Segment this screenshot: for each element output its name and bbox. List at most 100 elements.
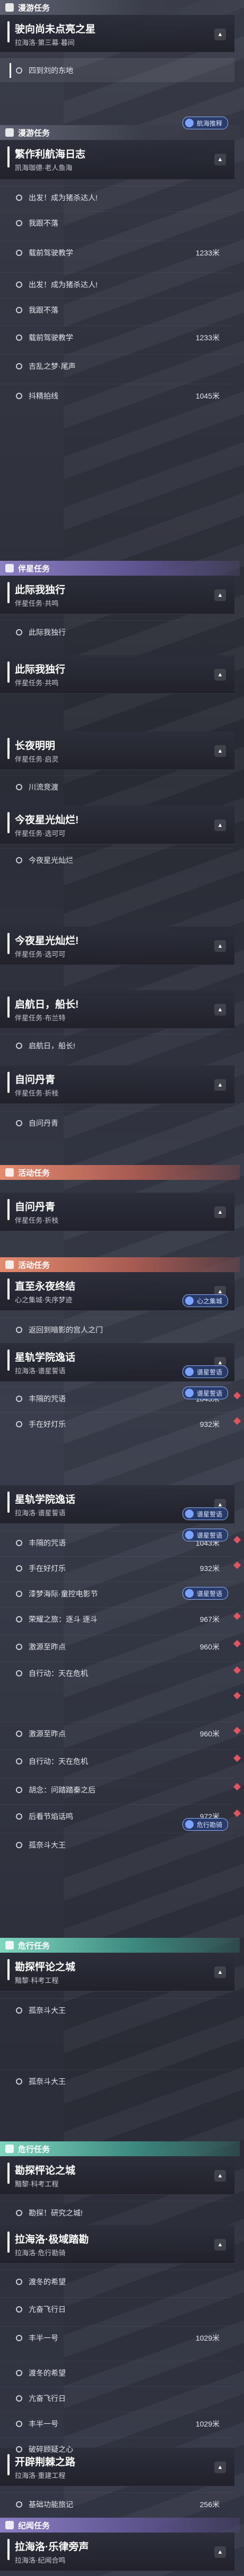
objective-item[interactable]: 激源至昨点 960米	[0, 1722, 234, 1745]
objective-item[interactable]: 渡冬的希望	[0, 2270, 234, 2293]
objective-item[interactable]: 孤奈斗大王	[0, 2069, 234, 2093]
objective-item[interactable]: 亢奋飞行日	[0, 2297, 234, 2321]
objective-item[interactable]: 丰半一号 1029米	[0, 2326, 234, 2350]
quest-title: 启航日，船长!	[15, 999, 79, 1010]
quest-subtitle: 拉海洛·谱星誓语	[15, 1509, 66, 1517]
collapse-caret-icon[interactable]: ▲	[214, 1004, 226, 1016]
objective-ring-icon	[16, 2279, 22, 2285]
quest-subtitle: 伴星任务·折枝	[15, 1089, 59, 1097]
collapse-caret-icon[interactable]: ▲	[214, 819, 226, 831]
quest-card[interactable]: 自问丹青 伴星任务·折枝 ▲	[0, 1193, 234, 1231]
section-header[interactable]: 活动任务	[0, 1257, 240, 1272]
quest-card[interactable]: 繁作利航海日志 凯海珈德·老人鱼海 ▲	[0, 140, 234, 180]
collapse-caret-icon[interactable]: ▲	[214, 2546, 226, 2558]
objective-item[interactable]: 我跟不落	[0, 211, 234, 235]
quest-card[interactable]: 今夜星光灿烂! 伴星任务·选可可 ▲	[0, 927, 234, 965]
objective-item[interactable]: 亢奋飞行日	[0, 2386, 234, 2410]
objective-item[interactable]: 激源至昨点 960米	[0, 1635, 234, 1658]
objective-item[interactable]: 抖精拍线 1045米	[0, 384, 234, 408]
collapse-caret-icon[interactable]: ▲	[214, 1966, 226, 1978]
section-header[interactable]: 危行任务	[0, 1938, 240, 1953]
objective-item[interactable]: 我跟不落	[0, 298, 234, 322]
quest-subtitle: 伴星任务·启灵	[15, 755, 59, 763]
collapse-caret-icon[interactable]: ▲	[214, 2462, 226, 2473]
objective-ring-icon	[16, 334, 22, 341]
section-header[interactable]: 纪闻任务	[0, 2518, 240, 2533]
collapse-caret-icon[interactable]: ▲	[214, 940, 226, 952]
objective-ring-icon	[16, 1758, 22, 1765]
collapse-caret-icon[interactable]: ▲	[214, 669, 226, 681]
collapse-caret-icon[interactable]: ▲	[214, 29, 226, 40]
objective-item[interactable]: 川流竞渡	[0, 775, 234, 799]
objective-ring-icon	[16, 2370, 22, 2376]
region-tag[interactable]: 谱星誓语	[182, 1365, 228, 1378]
objective-item[interactable]: 吉乱之梦·尾声	[0, 354, 234, 378]
objective-distance: 967米	[199, 1615, 220, 1624]
region-tag[interactable]: 谱星誓语	[182, 1507, 228, 1520]
objective-item[interactable]: 载前驾驶教学 1233米	[0, 325, 234, 349]
section-header[interactable]: 伴星任务	[0, 561, 240, 576]
section-icon	[5, 2521, 14, 2529]
quest-card[interactable]: 此际我独行 伴星任务·共鸣 ▲	[0, 655, 234, 694]
objective-item[interactable]: 出发！成为猪杀达人!	[0, 186, 234, 209]
quest-card[interactable]: 自问丹青 伴星任务·折枝 ▲	[0, 1065, 234, 1104]
region-globe-icon	[185, 119, 194, 127]
section-header[interactable]: 危行任务	[0, 2141, 240, 2156]
objective-label: 手在好灯乐	[29, 1564, 66, 1573]
collapse-caret-icon[interactable]: ▲	[214, 1206, 226, 1218]
quest-card[interactable]: 拉海洛·乐律旁声 拉海洛·纪闻合鸣 ▲	[0, 2533, 234, 2571]
objective-ring-icon	[16, 2007, 22, 2014]
objective-item[interactable]: 自行动：天在危机	[0, 1661, 234, 1685]
quest-card[interactable]: 勘探怦论之城 黯黎·科考工程 ▲	[0, 1953, 234, 1991]
section-header[interactable]: 活动任务	[0, 1165, 240, 1180]
region-tag[interactable]: 心之集城	[182, 1294, 228, 1307]
objective-item[interactable]: 载前驾驶教学 1233米	[0, 241, 234, 264]
objective-distance: 932米	[199, 1564, 220, 1573]
collapse-caret-icon[interactable]: ▲	[214, 2170, 226, 2182]
region-tag[interactable]: 航海推释	[182, 117, 228, 129]
collapse-caret-icon[interactable]: ▲	[214, 589, 226, 601]
objective-item[interactable]: 孤奈斗大王	[0, 1998, 234, 2022]
quest-card[interactable]: 此际我独行 伴星任务·共鸣 ▲	[0, 576, 234, 614]
quest-card[interactable]: 拉海洛·极域踏勘 拉海洛·危行勘骑 ▲	[0, 2225, 234, 2264]
section-header[interactable]: 漫游任务	[0, 0, 240, 15]
objective-item[interactable]: 渡冬的希望	[0, 2361, 234, 2385]
objective-label: 勘探！研究之城!	[29, 2209, 83, 2217]
objective-item[interactable]: 自行动：天在危机	[0, 1749, 234, 1773]
objective-item[interactable]: 胡念：问踏踏秦之后	[0, 1778, 234, 1802]
objective-item[interactable]: 勘探！研究之城!	[0, 2201, 234, 2225]
objective-item[interactable]: 破碎顾疑之心	[0, 2437, 234, 2461]
section-title: 活动任务	[18, 1168, 50, 1178]
objective-item[interactable]: 手在好灯乐 932米	[0, 1412, 234, 1436]
objective-item[interactable]: 启航日，船长!	[0, 1034, 234, 1057]
collapse-caret-icon[interactable]: ▲	[214, 745, 226, 757]
quest-card[interactable]: 驶向尚未点亮之星 拉海洛·第三幕·暮间 ▲	[0, 15, 234, 52]
objective-item[interactable]: 四到刘的东地	[0, 58, 234, 82]
objective-item[interactable]: 此际我独行	[0, 620, 234, 644]
collapse-caret-icon[interactable]: ▲	[214, 154, 226, 165]
objective-item[interactable]: 返回到暗影的宫人之门	[0, 1318, 234, 1342]
section-icon	[5, 128, 14, 137]
objective-item[interactable]: 手在好灯乐 932米	[0, 1556, 234, 1580]
objective-item[interactable]: 丰半一号 1029米	[0, 2412, 234, 2436]
objective-item[interactable]: 孤奈斗大王	[0, 1833, 234, 1857]
region-tag[interactable]: 危行勘骑	[182, 1818, 228, 1831]
collapse-caret-icon[interactable]: ▲	[214, 2239, 226, 2251]
objective-item[interactable]: 出发！成为猪杀达人!	[0, 272, 234, 296]
objective-item[interactable]: 今夜星光灿烂	[0, 848, 234, 872]
objective-ring-icon	[16, 1591, 22, 1597]
objective-item[interactable]: 荣耀之旅：逐斗 逐斗 967米	[0, 1607, 234, 1631]
region-globe-icon	[185, 1296, 194, 1305]
quest-card[interactable]: 今夜星光灿烂! 伴星任务·选可可 ▲	[0, 806, 234, 844]
region-tag[interactable]: 谱星誓语	[182, 1587, 228, 1600]
quest-card[interactable]: 勘探怦论之城 黯黎·科考工程 ▲	[0, 2156, 234, 2195]
section-icon	[5, 2145, 14, 2153]
quest-card[interactable]: 长夜明明 伴星任务·启灵 ▲	[0, 731, 234, 770]
quest-card[interactable]: 启航日，船长! 伴星任务·布兰特 ▲	[0, 990, 234, 1029]
objective-ring-icon	[16, 2335, 22, 2341]
region-tag[interactable]: 谱星誓语	[182, 1387, 228, 1399]
objective-item[interactable]: 自问丹青	[0, 1111, 234, 1135]
collapse-caret-icon[interactable]: ▲	[214, 1079, 226, 1091]
objective-item[interactable]: 基础功能旅记 256米	[0, 2492, 234, 2516]
region-tag[interactable]: 谱星誓语	[182, 1529, 228, 1541]
